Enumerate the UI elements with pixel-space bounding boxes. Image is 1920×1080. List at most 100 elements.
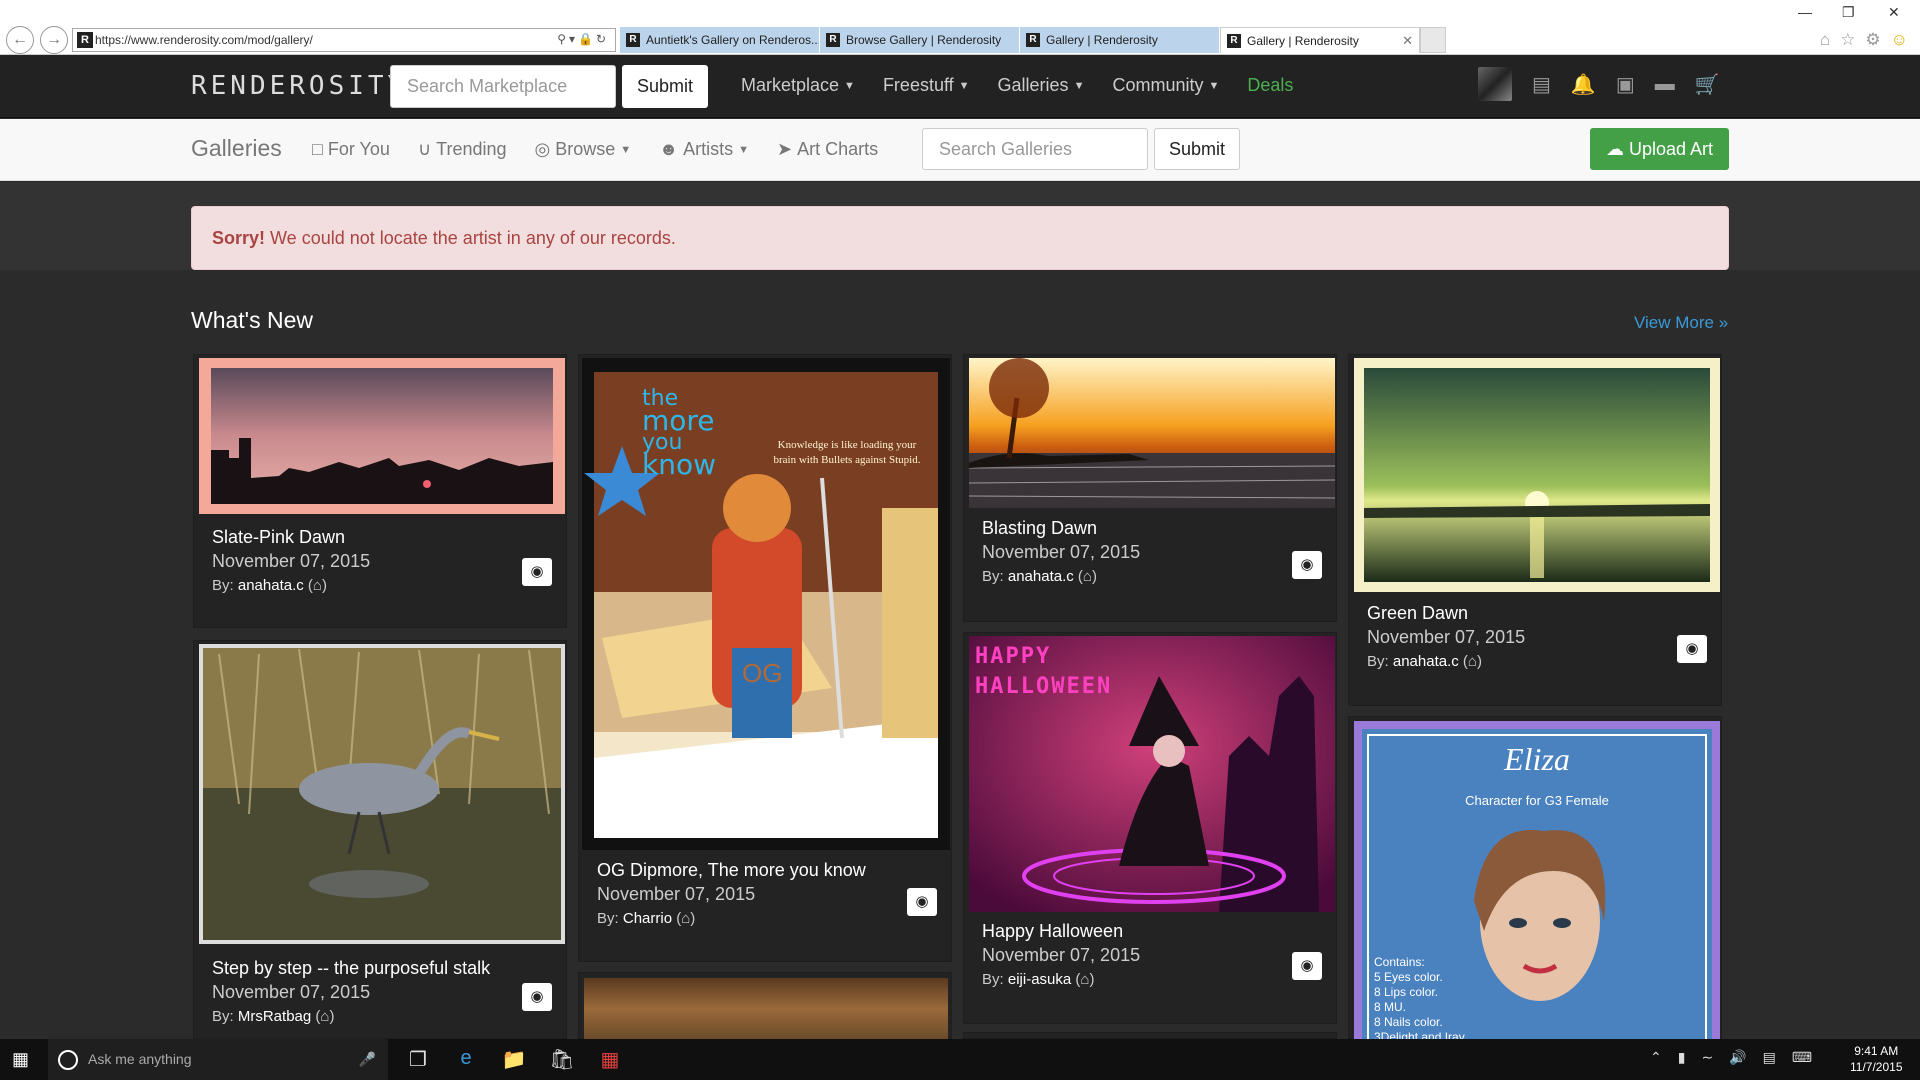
author-link[interactable]: eiji-asuka xyxy=(1008,971,1071,988)
browser-tab-active[interactable]: R Gallery | Renderosity ✕ xyxy=(1220,27,1420,53)
action-center-icon[interactable]: ▤ xyxy=(1763,1049,1776,1066)
artwork-thumbnail[interactable]: Eliza Character for G3 Female Contains: … xyxy=(1354,721,1720,1040)
marketplace-search-input[interactable]: Search Marketplace xyxy=(390,65,616,108)
link-art-charts[interactable]: ➤ Art Charts xyxy=(777,139,878,160)
close-tab-icon[interactable]: ✕ xyxy=(1402,33,1413,49)
art-text-more-you-know: the more you know xyxy=(642,386,716,481)
view-eye-button[interactable]: ◉ xyxy=(907,888,937,916)
artwork-thumbnail[interactable] xyxy=(199,358,565,514)
gallery-card[interactable]: Eliza Character for G3 Female Contains: … xyxy=(1348,716,1722,1040)
home-icon[interactable]: ⌂ xyxy=(1820,30,1830,50)
artwork-thumbnail[interactable] xyxy=(1354,358,1720,592)
credit-card-icon[interactable]: ▬ xyxy=(1655,73,1675,96)
browser-tab[interactable]: R Gallery | Renderosity xyxy=(1020,27,1220,53)
minimize-icon[interactable]: — xyxy=(1798,4,1812,20)
home-icon[interactable]: ⌂ xyxy=(1080,971,1089,988)
site-logo[interactable]: RENDEROSITY xyxy=(191,71,407,101)
close-window-icon[interactable]: ✕ xyxy=(1888,4,1900,21)
galleries-title[interactable]: Galleries xyxy=(191,135,282,162)
artwork-thumbnail[interactable] xyxy=(969,358,1335,508)
gallery-search-submit-button[interactable]: Submit xyxy=(1154,128,1240,170)
favorites-star-icon[interactable]: ☆ xyxy=(1840,30,1855,50)
menu-galleries[interactable]: Galleries ▼ xyxy=(998,75,1085,96)
cortana-search-box[interactable]: Ask me anything 🎤 xyxy=(48,1039,388,1080)
artwork-thumbnail[interactable]: HAPPY HALLOWEEN xyxy=(969,636,1335,912)
view-eye-button[interactable]: ◉ xyxy=(1292,952,1322,980)
settings-gear-icon[interactable]: ⚙ xyxy=(1865,30,1880,50)
author-link[interactable]: Charrio xyxy=(623,910,672,927)
card-date: November 07, 2015 xyxy=(982,945,1141,965)
card-title[interactable]: Step by step -- the purposeful stalk xyxy=(212,958,490,979)
view-eye-button[interactable]: ◉ xyxy=(522,983,552,1011)
new-tab-button[interactable] xyxy=(1420,27,1446,53)
link-artists[interactable]: ☻ Artists ▼ xyxy=(659,139,749,160)
restore-icon[interactable]: ❐ xyxy=(1842,4,1855,21)
gallery-card[interactable]: Step by step -- the purposeful stalk Nov… xyxy=(193,640,567,1039)
gallery-card[interactable]: the more you know Knowledge is like load… xyxy=(578,354,952,962)
view-more-link[interactable]: View More » xyxy=(1634,313,1728,333)
author-link[interactable]: anahata.c xyxy=(238,577,304,594)
link-trending[interactable]: ∪ Trending xyxy=(418,139,507,160)
view-eye-button[interactable]: ◉ xyxy=(1677,635,1707,663)
artwork-thumbnail[interactable]: the more you know Knowledge is like load… xyxy=(582,358,950,850)
gallery-search-input[interactable]: Search Galleries xyxy=(922,128,1148,170)
browser-tab[interactable]: R Browse Gallery | Renderosity xyxy=(820,27,1020,53)
gallery-card[interactable]: Blasting Dawn November 07, 2015 By: anah… xyxy=(963,354,1337,622)
wifi-icon[interactable]: ∼ xyxy=(1701,1049,1713,1066)
app-tile-icon[interactable]: ▦ xyxy=(597,1047,623,1072)
home-icon[interactable]: ⌂ xyxy=(681,910,690,927)
home-icon[interactable]: ⌂ xyxy=(1083,568,1092,585)
card-title[interactable]: OG Dipmore, The more you know xyxy=(597,860,866,881)
view-eye-button[interactable]: ◉ xyxy=(1292,551,1322,579)
author-link[interactable]: anahata.c xyxy=(1393,653,1459,670)
forward-button[interactable]: → xyxy=(40,26,68,54)
gallery-card[interactable]: HAPPY HALLOWEEN Happy Halloween November… xyxy=(963,632,1337,1024)
artwork-thumbnail[interactable] xyxy=(199,644,565,944)
gallery-card[interactable]: Green Dawn November 07, 2015 By: anahata… xyxy=(1348,354,1722,706)
microphone-icon[interactable]: 🎤 xyxy=(359,1039,376,1080)
upload-art-button[interactable]: ☁ Upload Art xyxy=(1590,128,1729,170)
artwork-thumbnail[interactable] xyxy=(584,978,948,1040)
author-link[interactable]: anahata.c xyxy=(1008,568,1074,585)
avatar[interactable] xyxy=(1478,67,1512,101)
chevron-up-icon[interactable]: ⌃ xyxy=(1650,1049,1662,1066)
link-for-you[interactable]: □ For You xyxy=(312,139,390,160)
link-browse[interactable]: ◎ Browse ▼ xyxy=(535,139,632,160)
taskbar-clock[interactable]: 9:41 AM 11/7/2015 xyxy=(1850,1043,1903,1075)
browser-tab[interactable]: R Auntietk's Gallery on Renderos... xyxy=(620,27,820,53)
card-title[interactable]: Slate-Pink Dawn xyxy=(212,527,345,548)
address-bar[interactable]: R https://www.renderosity.com/mod/galler… xyxy=(72,28,616,52)
home-icon[interactable]: ⌂ xyxy=(313,577,322,594)
cart-icon[interactable]: 🛒 xyxy=(1695,72,1720,97)
volume-icon[interactable]: 🔊 xyxy=(1729,1049,1746,1066)
gallery-card[interactable]: Slate-Pink Dawn November 07, 2015 By: an… xyxy=(193,354,567,628)
windows-start-icon[interactable]: ▦ xyxy=(12,1049,32,1069)
menu-deals[interactable]: Deals xyxy=(1247,75,1293,96)
feedback-smiley-icon[interactable]: ☺ xyxy=(1891,30,1908,50)
home-icon[interactable]: ⌂ xyxy=(1468,653,1477,670)
home-icon[interactable]: ⌂ xyxy=(320,1008,329,1025)
author-link[interactable]: MrsRatbag xyxy=(238,1008,311,1025)
bell-icon[interactable]: 🔔 xyxy=(1571,72,1596,97)
menu-community[interactable]: Community ▼ xyxy=(1112,75,1219,96)
back-button[interactable]: ← xyxy=(6,26,34,54)
battery-icon[interactable]: ▮ xyxy=(1678,1049,1686,1066)
inbox-icon[interactable]: ▣ xyxy=(1616,72,1635,97)
task-view-icon[interactable]: ❐ xyxy=(405,1047,431,1072)
gallery-card[interactable] xyxy=(578,972,952,1040)
menu-marketplace[interactable]: Marketplace ▼ xyxy=(741,75,855,96)
address-controls-icon[interactable]: ⚲▾🔒↻ xyxy=(557,32,609,46)
view-eye-button[interactable]: ◉ xyxy=(522,558,552,586)
marketplace-search-submit-button[interactable]: Submit xyxy=(622,65,708,108)
internet-explorer-icon[interactable]: e xyxy=(453,1047,479,1072)
gallery-card[interactable] xyxy=(963,1032,1337,1039)
menu-freestuff[interactable]: Freestuff ▼ xyxy=(883,75,970,96)
keyboard-icon[interactable]: ⌨ xyxy=(1792,1049,1812,1066)
newspaper-icon[interactable]: ▤ xyxy=(1532,72,1551,97)
card-title[interactable]: Blasting Dawn xyxy=(982,518,1097,539)
store-icon[interactable]: 🛍 xyxy=(549,1047,575,1072)
card-title[interactable]: Green Dawn xyxy=(1367,603,1468,624)
gallery-links: □ For You ∪ Trending ◎ Browse ▼ ☻ Artists ▼ ➤ A… xyxy=(312,139,878,160)
file-explorer-icon[interactable]: 📁 xyxy=(501,1047,527,1072)
card-title[interactable]: Happy Halloween xyxy=(982,921,1123,942)
